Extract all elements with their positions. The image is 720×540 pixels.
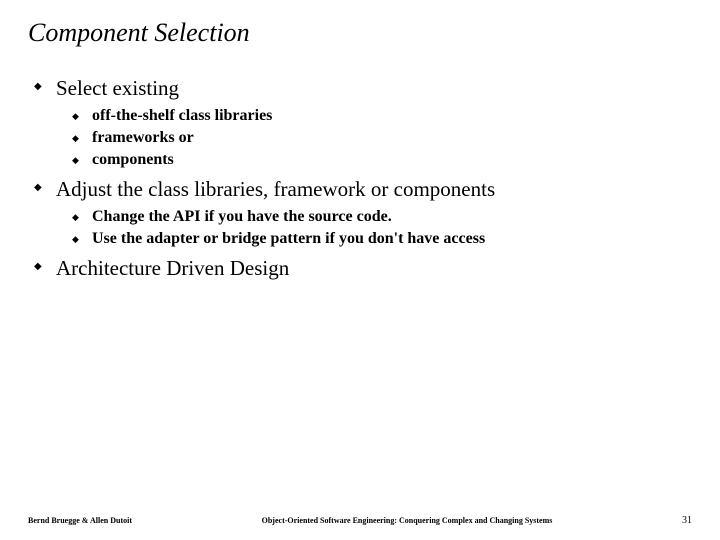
footer-book-title: Object-Oriented Software Engineering: Co… [132, 516, 682, 525]
sub-bullet-item: frameworks or [72, 129, 692, 147]
bullet-text: Architecture Driven Design [56, 256, 289, 280]
sub-bullet-list: Change the API if you have the source co… [72, 208, 692, 248]
slide: Component Selection Select existing off-… [0, 0, 720, 540]
bullet-list: Select existing off-the-shelf class libr… [34, 76, 692, 281]
footer-page-number: 31 [682, 515, 692, 526]
sub-bullet-item: Use the adapter or bridge pattern if you… [72, 230, 692, 248]
footer-authors: Bernd Bruegge & Allen Dutoit [28, 516, 132, 525]
sub-bullet-list: off-the-shelf class libraries frameworks… [72, 107, 692, 169]
bullet-item: Select existing off-the-shelf class libr… [34, 76, 692, 169]
bullet-item: Adjust the class libraries, framework or… [34, 177, 692, 248]
bullet-text: Adjust the class libraries, framework or… [56, 177, 495, 201]
slide-title: Component Selection [28, 18, 692, 48]
sub-bullet-item: Change the API if you have the source co… [72, 208, 692, 226]
sub-bullet-item: off-the-shelf class libraries [72, 107, 692, 125]
sub-bullet-item: components [72, 151, 692, 169]
bullet-text: Select existing [56, 76, 179, 100]
slide-footer: Bernd Bruegge & Allen Dutoit Object-Orie… [0, 515, 720, 526]
bullet-item: Architecture Driven Design [34, 256, 692, 281]
